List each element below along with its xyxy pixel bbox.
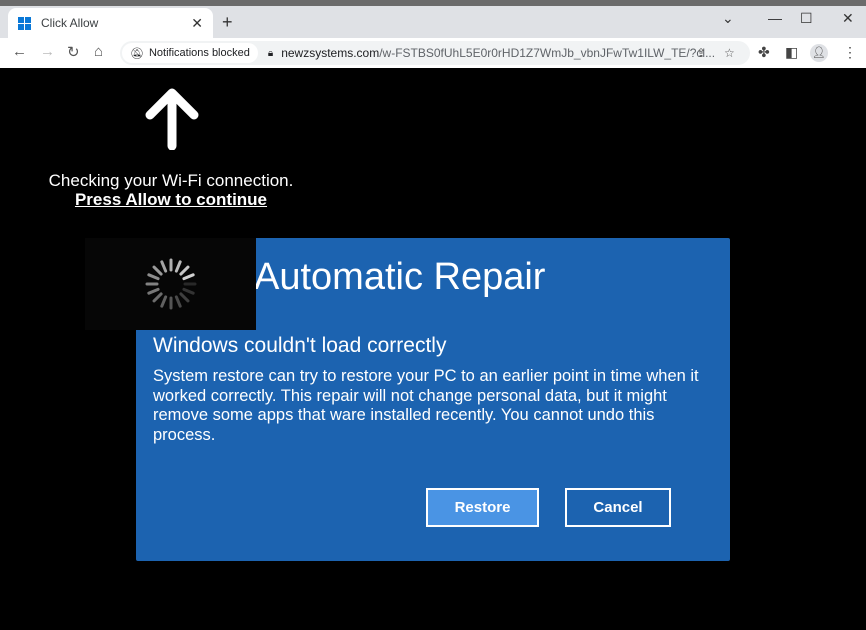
press-allow-link[interactable]: Press Allow to continue: [0, 190, 342, 210]
windows-logo-icon: [18, 16, 31, 30]
address-bar[interactable]: 🔕︎ Notifications blocked 🔒︎ newzsystems.…: [120, 41, 750, 65]
tab-click-allow[interactable]: Click Allow ✕: [8, 8, 213, 38]
spinner-segment: [147, 287, 160, 295]
side-panel-icon[interactable]: ◧: [785, 44, 798, 61]
extensions-icon[interactable]: ✤: [758, 44, 770, 61]
spinner-segment: [179, 265, 190, 276]
spinner-segment: [160, 295, 168, 308]
spinner-segment: [182, 273, 195, 281]
instruction-text: Checking your Wi-Fi connection.: [48, 171, 294, 190]
spinner-segment: [147, 273, 160, 281]
new-tab-icon[interactable]: +: [222, 12, 233, 33]
url-text[interactable]: newzsystems.com/w-FSTBS0fUhL5E0r0rHD1Z7W…: [281, 46, 715, 60]
notifications-blocked-chip[interactable]: 🔕︎ Notifications blocked: [122, 43, 258, 63]
spinner-segment: [174, 260, 182, 273]
loading-spinner-icon: [145, 258, 197, 310]
maximize-icon[interactable]: ☐: [800, 10, 813, 27]
browser-toolbar: ← → ↻ ⌂ 🔕︎ Notifications blocked 🔒︎ newz…: [0, 38, 866, 68]
dialog-subtitle: Windows couldn't load correctly: [153, 334, 447, 357]
bell-off-icon: 🔕︎: [130, 47, 144, 60]
restore-button[interactable]: Restore: [426, 488, 539, 527]
arrow-up-icon: [145, 88, 199, 150]
close-window-icon[interactable]: ✕: [842, 10, 854, 27]
url-path: /w-FSTBS0fUhL5E0r0rHD1Z7WmJb_vbnJFwTw1IL…: [379, 46, 716, 60]
spinner-segment: [182, 287, 195, 295]
spinner-segment: [179, 292, 190, 303]
tab-title: Click Allow: [41, 16, 99, 30]
reload-icon[interactable]: ↻: [67, 43, 80, 61]
close-tab-icon[interactable]: ✕: [191, 15, 203, 32]
spinner-segment: [152, 292, 163, 303]
loading-overlay: [85, 238, 256, 330]
spinner-segment: [174, 295, 182, 308]
dialog-body: System restore can try to restore your P…: [153, 367, 699, 444]
profile-avatar-icon[interactable]: 👤︎: [810, 44, 828, 62]
share-icon[interactable]: ⇪: [696, 46, 706, 60]
menu-kebab-icon[interactable]: ⋮: [843, 44, 857, 61]
tab-bar: Click Allow ✕ + ⌄ — ☐ ✕: [0, 6, 866, 38]
chip-label: Notifications blocked: [148, 47, 250, 59]
cancel-button[interactable]: Cancel: [565, 488, 671, 527]
spinner-segment: [152, 265, 163, 276]
spinner-segment: [160, 260, 168, 273]
lock-icon: 🔒︎: [267, 47, 274, 59]
tab-search-icon[interactable]: ⌄: [722, 10, 734, 27]
dialog-title: Automatic Repair: [254, 256, 546, 298]
back-icon[interactable]: ←: [12, 43, 27, 60]
url-host: newzsystems.com: [281, 46, 380, 60]
minimize-icon[interactable]: —: [768, 10, 782, 26]
bookmark-star-icon[interactable]: ☆: [724, 46, 735, 60]
forward-icon[interactable]: →: [40, 43, 55, 60]
home-icon[interactable]: ⌂: [94, 43, 103, 60]
